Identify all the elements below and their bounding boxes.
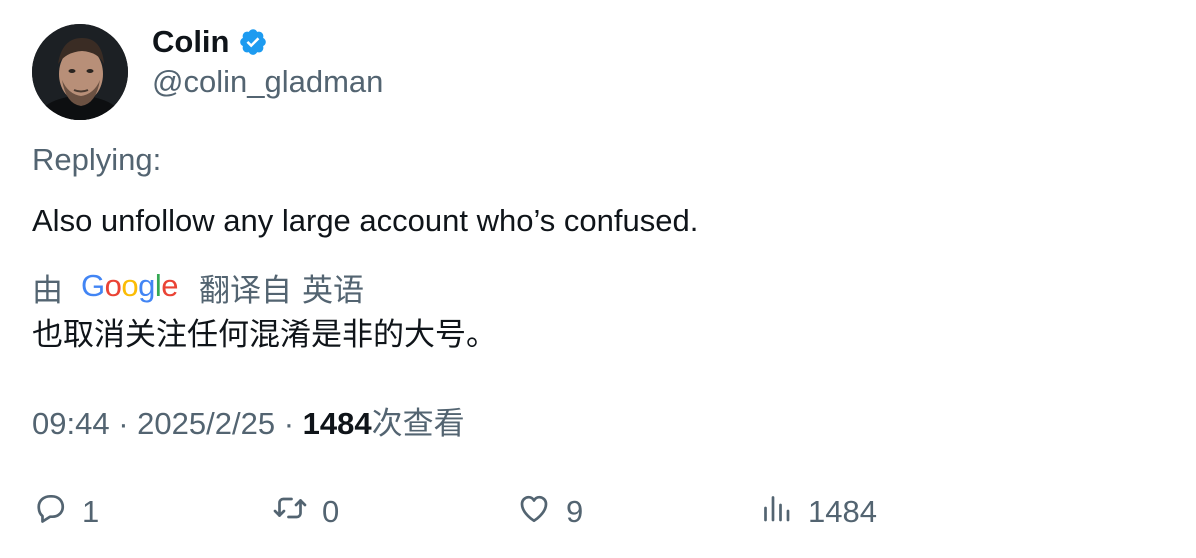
source-language: 英语 [302, 273, 364, 308]
tweet-time[interactable]: 09:44 [32, 406, 110, 441]
reply-icon [32, 490, 68, 534]
google-logo: Google [81, 268, 179, 314]
retweet-button[interactable]: 0 [272, 490, 339, 534]
verified-badge-icon [238, 27, 268, 57]
views-count: 1484 [302, 406, 372, 441]
author-name-row[interactable]: Colin [152, 22, 268, 62]
meta-separator: · [118, 406, 129, 441]
translation-attribution[interactable]: 由 Google 翻译自 英语 [32, 268, 364, 314]
like-count: 9 [566, 494, 584, 529]
analytics-icon [758, 490, 794, 534]
action-bar: 1 0 9 1484 [0, 490, 1196, 534]
reply-count: 1 [82, 494, 100, 529]
heart-icon [516, 490, 552, 534]
retweet-icon [272, 490, 308, 534]
views-button[interactable]: 1484 [758, 490, 877, 534]
like-button[interactable]: 9 [516, 490, 583, 534]
tweet-meta: 09:44 · 2025/2/25 · 1484次查看 [32, 404, 465, 444]
avatar-image [32, 24, 128, 120]
avatar[interactable] [32, 24, 128, 120]
tweet-date[interactable]: 2025/2/25 [137, 406, 275, 441]
meta-separator: · [283, 406, 295, 441]
reply-button[interactable]: 1 [32, 490, 99, 534]
author-display-name[interactable]: Colin [152, 22, 230, 62]
translated-from-label: 翻译自 [199, 273, 292, 308]
tweet-text: Also unfollow any large account who’s co… [32, 203, 699, 238]
replying-label: Replying: [32, 142, 162, 177]
author-handle[interactable]: @colin_gladman [152, 62, 383, 102]
retweet-count: 0 [322, 494, 340, 529]
views-label: 次查看 [371, 406, 465, 441]
translated-text: 也取消关注任何混淆是非的大号。 [32, 317, 497, 352]
translation-by-label: 由 [32, 273, 63, 308]
views-action-count: 1484 [808, 494, 877, 529]
svg-text:Google: Google [81, 268, 178, 303]
